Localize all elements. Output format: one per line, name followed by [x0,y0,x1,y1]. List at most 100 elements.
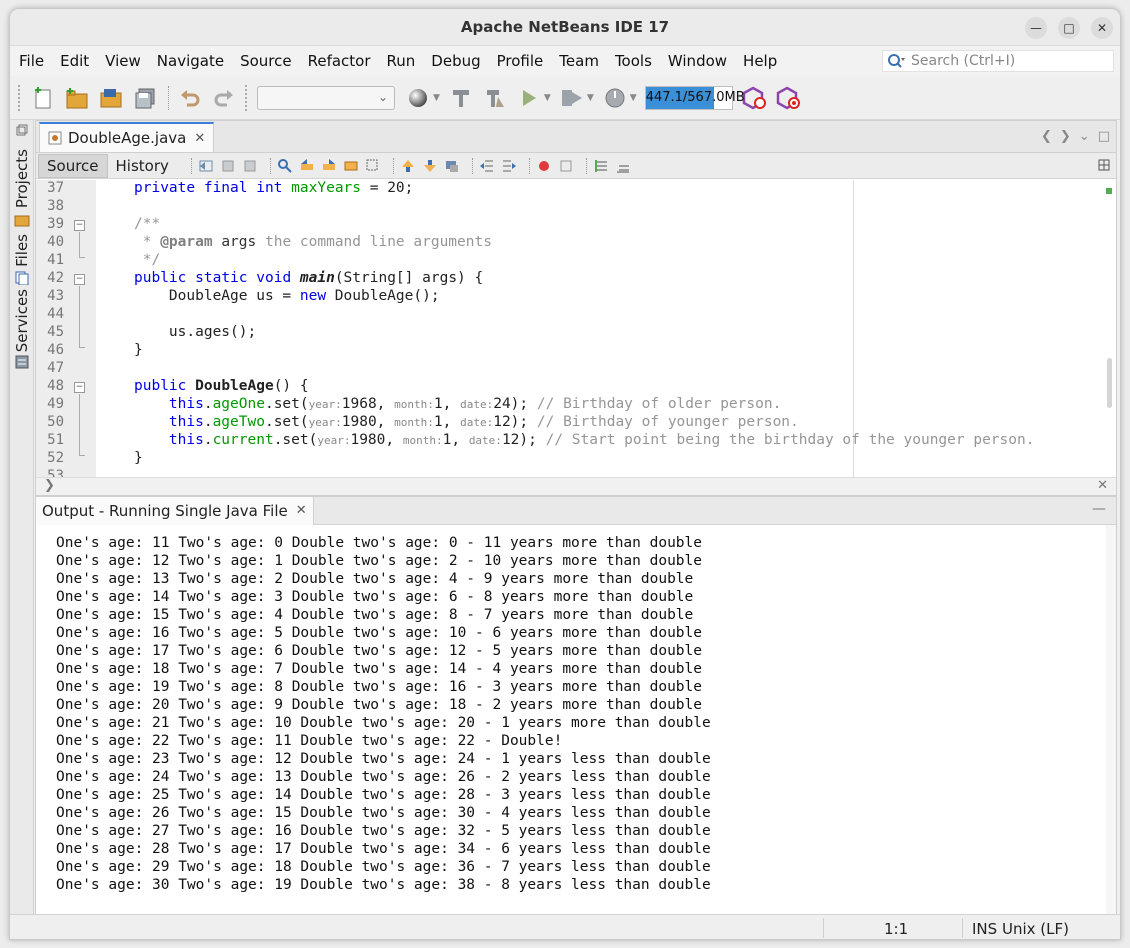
minimize-button[interactable]: — [1025,17,1047,39]
line-number: 50 [47,414,64,430]
shift-right-icon[interactable] [501,158,517,174]
forward-icon[interactable] [242,158,258,174]
debug-caret-icon[interactable]: ▼ [587,93,594,103]
code-lines[interactable]: private final int maxYears = 20; /** * @… [96,180,1106,478]
code-editor[interactable]: 37 38 39 40 41 42 43 44 45 46 47 48 49 5… [36,180,1116,478]
toolbar-grip-2[interactable] [245,84,249,111]
scroll-left-icon[interactable]: ❮ [1041,129,1052,144]
tab-close-icon[interactable]: ✕ [194,131,205,146]
menu-edit[interactable]: Edit [60,52,89,70]
run-caret-icon[interactable]: ▼ [544,93,551,103]
error-stripe-ok-icon[interactable] [1106,188,1112,194]
profiler-snapshot-button[interactable] [775,85,801,111]
history-view-button[interactable]: History [108,154,177,178]
config-dropdown[interactable]: ⌄ [257,85,395,110]
menu-team[interactable]: Team [559,52,599,70]
browser-caret-icon[interactable]: ▼ [433,93,440,103]
find-icon[interactable] [277,158,293,174]
sidebar-tab-services[interactable]: Services [12,289,32,352]
tab-doubleage-java[interactable]: DoubleAge.java ✕ [39,122,215,152]
uncomment-icon[interactable] [615,158,631,174]
source-view-button[interactable]: Source [38,153,108,178]
find-next-icon[interactable] [321,158,337,174]
output-panel: Output - Running Single Java File ✕ — On… [35,496,1117,922]
editor-vertical-scrollbar[interactable] [1107,358,1112,408]
menu-debug[interactable]: Debug [431,52,480,70]
last-edit-icon[interactable] [198,158,214,174]
menu-window[interactable]: Window [668,52,727,70]
menu-refactor[interactable]: Refactor [308,52,371,70]
search-input[interactable]: Search (Ctrl+I) [882,50,1114,72]
fold-toggle-icon[interactable]: − [74,220,85,231]
memory-indicator[interactable]: 447.1/567.0MB [644,85,745,110]
close-button[interactable]: ✕ [1091,17,1113,39]
menu-navigate[interactable]: Navigate [157,52,224,70]
sidebar-tab-files[interactable]: Files [12,232,32,268]
toggle-bookmark-icon[interactable] [444,158,460,174]
new-project-button[interactable] [64,85,90,111]
run-button[interactable] [516,85,542,111]
tab-output-running[interactable]: Output - Running Single Java File ✕ [36,496,314,525]
output-tab-close-icon[interactable]: ✕ [296,503,307,518]
find-previous-icon[interactable] [299,158,315,174]
output-line: One's age: 22 Two's age: 11 Double two's… [56,733,563,749]
previous-bookmark-icon[interactable] [400,158,416,174]
fold-toggle-icon[interactable]: − [74,382,85,393]
output-vertical-scrollbar[interactable] [1106,525,1116,921]
maximize-button[interactable]: □ [1058,17,1080,39]
clean-build-button[interactable] [482,85,508,111]
line-number: 52 [47,450,64,466]
sidebar-restore-button[interactable] [12,124,32,136]
undo-button[interactable] [177,85,203,111]
toggle-highlight-icon[interactable] [365,158,381,174]
output-line: One's age: 26 Two's age: 15 Double two's… [56,805,711,821]
next-bookmark-icon[interactable] [422,158,438,174]
output-line: One's age: 28 Two's age: 17 Double two's… [56,841,711,857]
output-tab-label: Output - Running Single Java File [42,501,288,520]
profile-button[interactable] [602,85,628,111]
output-line: One's age: 13 Two's age: 2 Double two's … [56,571,694,587]
comment-icon[interactable] [593,158,609,174]
close-breadcrumb-icon[interactable]: ✕ [1097,478,1108,493]
editor-action-icons [185,157,637,174]
debug-button[interactable] [559,85,585,111]
save-all-button[interactable] [132,85,158,111]
shift-left-icon[interactable] [479,158,495,174]
stop-macro-icon[interactable] [558,158,574,174]
fold-toggle-icon[interactable]: − [74,274,85,285]
profile-caret-icon[interactable]: ▼ [630,93,637,103]
title-bar: Apache NetBeans IDE 17 — □ ✕ [10,9,1120,46]
tab-list-icon[interactable]: ⌄ [1079,129,1090,144]
insert-mode[interactable]: INS [972,920,997,938]
split-editor-icon[interactable] [1098,159,1110,171]
menu-help[interactable]: Help [743,52,777,70]
build-button[interactable] [448,85,474,111]
record-macro-icon[interactable] [536,158,552,174]
code-line-41: */ [134,252,161,268]
maximize-editor-icon[interactable]: □ [1098,129,1110,144]
scroll-right-icon[interactable]: ❯ [1060,129,1071,144]
redo-button[interactable] [211,85,237,111]
line-ending[interactable]: Unix (LF) [1002,920,1069,938]
menu-source[interactable]: Source [240,52,292,70]
menu-run[interactable]: Run [387,52,416,70]
menu-file[interactable]: File [19,52,44,70]
browser-button[interactable] [405,85,431,111]
new-file-button[interactable] [30,85,56,111]
minimize-icon: — [1030,21,1042,35]
breadcrumb-chevron-icon[interactable]: ❯ [44,478,55,493]
cursor-position[interactable]: 1:1 [884,920,908,938]
open-project-button[interactable] [98,85,124,111]
editor-toolbar: Source History [36,153,1116,179]
back-icon[interactable] [220,158,236,174]
separator [190,157,192,174]
line-number: 39 [47,216,64,232]
find-selection-icon[interactable] [343,158,359,174]
toolbar-grip[interactable] [18,84,22,111]
menu-tools[interactable]: Tools [615,52,652,70]
sidebar-tab-projects[interactable]: Projects [12,148,32,210]
menu-view[interactable]: View [105,52,141,70]
editor-horizontal-bar[interactable]: ❯ ✕ [36,477,1116,495]
minimize-panel-icon[interactable]: — [1092,501,1106,517]
menu-profile[interactable]: Profile [497,52,544,70]
